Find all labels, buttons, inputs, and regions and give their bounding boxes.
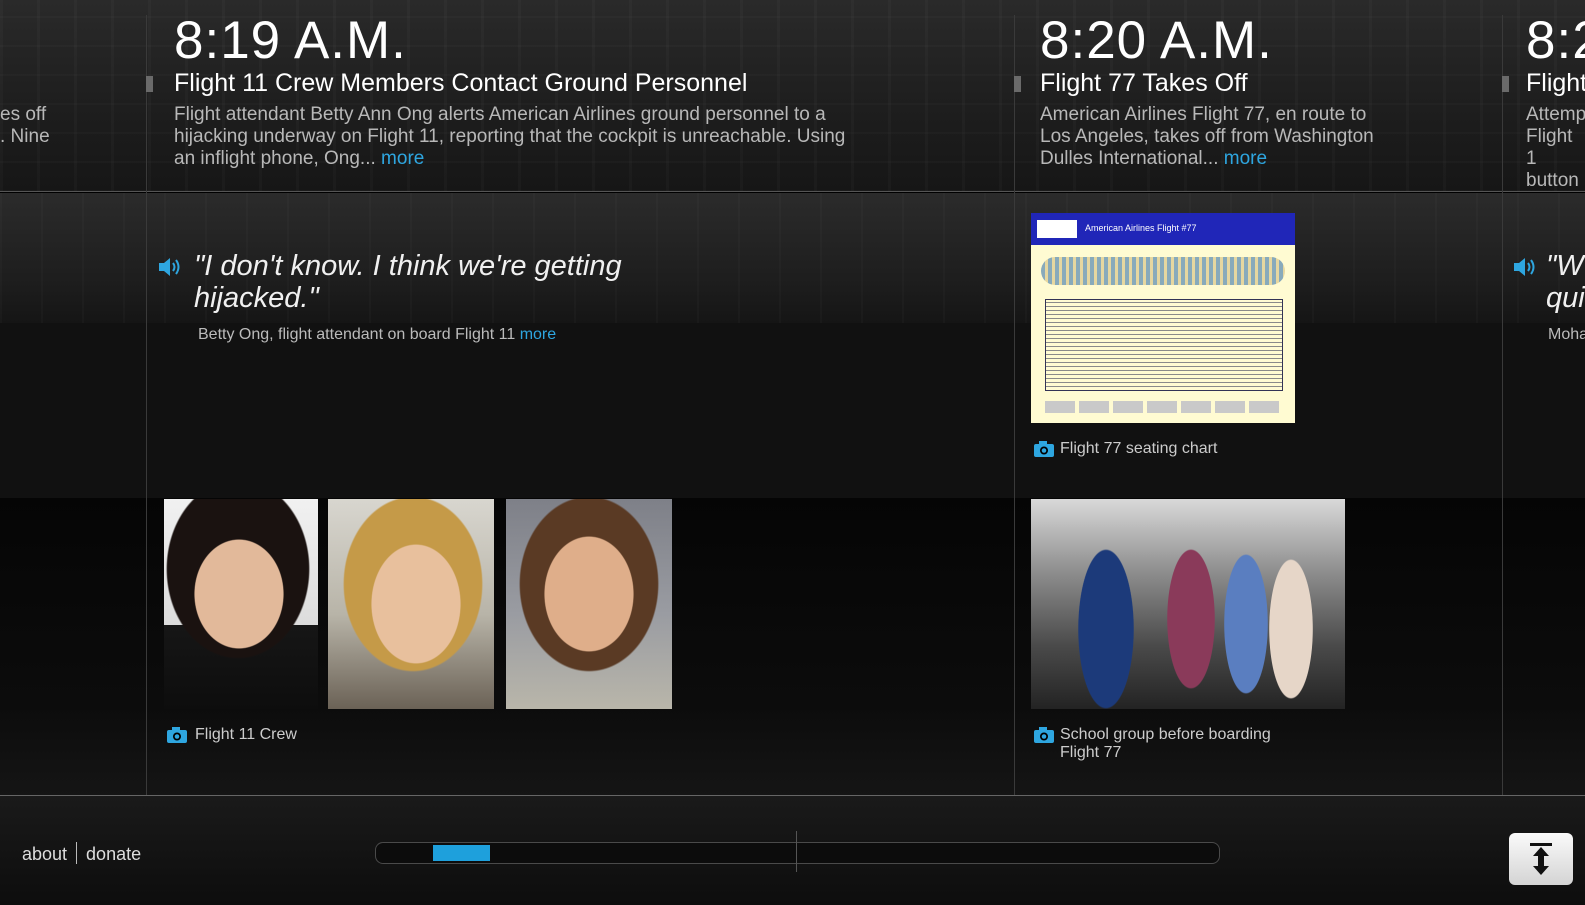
entry-body: Attemp Flight 1 button bbox=[1526, 104, 1585, 191]
time-marker bbox=[1502, 76, 1509, 92]
crew-photo[interactable] bbox=[164, 499, 318, 709]
chart-footer bbox=[1045, 401, 1281, 413]
entry-headline: Flight 77 Takes Off bbox=[1040, 69, 1248, 97]
about-link[interactable]: about bbox=[22, 844, 67, 864]
school-group-photo[interactable] bbox=[1031, 499, 1345, 709]
expand-button[interactable] bbox=[1509, 833, 1573, 885]
crew-photo[interactable] bbox=[328, 499, 494, 709]
entry-headline: Flight 11 Crew Members Contact Ground Pe… bbox=[174, 69, 748, 97]
expand-vertical-icon bbox=[1530, 843, 1552, 875]
entry-time: 8:19 A.M. bbox=[174, 11, 407, 70]
audio-quote[interactable]: "I don't know. I think we're getting hij… bbox=[194, 250, 622, 314]
mid-band bbox=[0, 323, 1585, 498]
scrubber-marker bbox=[796, 831, 797, 872]
photo-caption[interactable]: School group before boarding Flight 77 bbox=[1060, 726, 1271, 762]
donate-link[interactable]: donate bbox=[86, 844, 141, 864]
chart-title: American Airlines Flight #77 bbox=[1085, 223, 1197, 233]
quote-attribution: Moha bbox=[1548, 326, 1585, 343]
column-divider bbox=[1014, 15, 1015, 795]
time-marker bbox=[1014, 76, 1021, 92]
crew-photo[interactable] bbox=[506, 499, 672, 709]
entry-time: 8:2 bbox=[1526, 11, 1585, 70]
airline-logo bbox=[1037, 220, 1077, 238]
quote-attribution: Betty Ong, flight attendant on board Fli… bbox=[198, 326, 557, 343]
speaker-icon[interactable] bbox=[157, 255, 183, 279]
header-divider bbox=[0, 191, 1585, 192]
more-link[interactable]: more bbox=[381, 148, 424, 169]
entry-headline: Flight bbox=[1526, 69, 1585, 97]
timeline-scrubber[interactable] bbox=[375, 842, 1220, 864]
photo-caption[interactable]: Flight 11 Crew bbox=[195, 726, 297, 744]
footer-links: about donate bbox=[22, 842, 141, 865]
entry-body: American Airlines Flight 77, en route to… bbox=[1040, 104, 1374, 169]
chart-header: American Airlines Flight #77 bbox=[1031, 213, 1295, 245]
camera-icon bbox=[1034, 727, 1054, 743]
more-link[interactable]: more bbox=[520, 326, 556, 343]
more-link[interactable]: more bbox=[1224, 148, 1267, 169]
camera-icon bbox=[1034, 441, 1054, 457]
audio-quote[interactable]: "W qui bbox=[1546, 250, 1585, 314]
timeline-scrubber-thumb[interactable] bbox=[433, 845, 490, 861]
column-divider bbox=[146, 15, 147, 795]
time-marker bbox=[146, 76, 153, 92]
camera-icon bbox=[167, 727, 187, 743]
speaker-icon[interactable] bbox=[1512, 255, 1538, 279]
entry-body: Flight attendant Betty Ann Ong alerts Am… bbox=[174, 104, 846, 169]
passenger-list bbox=[1045, 299, 1283, 391]
aircraft-diagram bbox=[1041, 257, 1285, 285]
partial-entry-text: es off . Nine bbox=[0, 104, 50, 147]
entry-time: 8:20 A.M. bbox=[1040, 11, 1273, 70]
link-separator bbox=[76, 842, 78, 864]
photo-caption[interactable]: Flight 77 seating chart bbox=[1060, 440, 1217, 458]
seating-chart-image[interactable]: American Airlines Flight #77 bbox=[1031, 213, 1295, 423]
column-divider bbox=[1502, 15, 1503, 795]
